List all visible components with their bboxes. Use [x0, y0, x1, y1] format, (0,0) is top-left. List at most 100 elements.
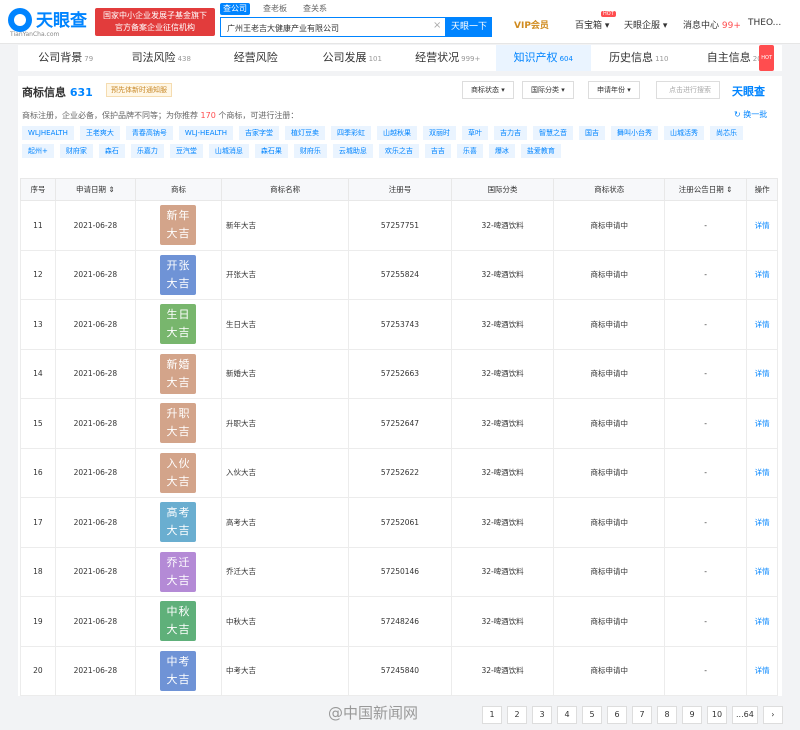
user-menu[interactable]: THEO...: [748, 18, 781, 28]
page-button[interactable]: 2: [507, 706, 527, 724]
recommend-chip[interactable]: 舞叫小台秀: [610, 126, 658, 140]
cell-no: 16: [20, 447, 56, 498]
recommend-chip[interactable]: 爆冰: [488, 144, 515, 158]
recommend-chip[interactable]: 吉家字堂: [238, 126, 279, 140]
detail-link[interactable]: 详情: [746, 348, 778, 399]
search-button[interactable]: 天眼一下: [446, 17, 492, 37]
recommend-chip[interactable]: 山越秋果: [376, 126, 417, 140]
filter-status[interactable]: 商标状态 ▾: [462, 81, 514, 99]
recommend-chip[interactable]: 森石: [98, 144, 125, 158]
recommend-chip[interactable]: 山城消息: [208, 144, 249, 158]
tab-operating-status[interactable]: 经营状况 999+: [400, 45, 496, 71]
page-button[interactable]: 4: [557, 706, 577, 724]
clear-icon[interactable]: ×: [433, 20, 441, 31]
detail-link[interactable]: 详情: [746, 299, 778, 350]
toolbox-link[interactable]: 百宝箱 ▾: [575, 18, 609, 31]
cell-reg: 57250146: [348, 546, 452, 597]
recommend-chip[interactable]: 乐喜: [456, 144, 483, 158]
refresh-button[interactable]: ↻ 换一批: [734, 109, 767, 120]
cell-date: 2021-06-28: [54, 398, 136, 449]
cell-class: 32-啤酒饮料: [450, 398, 555, 449]
trademark-image[interactable]: 入伙 大吉: [160, 452, 197, 493]
trademark-image[interactable]: 升职 大吉: [160, 403, 197, 444]
col-reg: 注册号: [348, 178, 452, 201]
tab-operating-risk[interactable]: 经营风险: [209, 45, 305, 71]
col-date[interactable]: 申请日期 ⇕: [54, 178, 136, 201]
cell-class: 32-啤酒饮料: [450, 200, 555, 251]
trademark-image[interactable]: 新婚 大吉: [160, 353, 197, 394]
trademark-image[interactable]: 高考 大吉: [160, 502, 197, 543]
search-tab-company[interactable]: 查公司: [220, 3, 250, 15]
enterprise-service-link[interactable]: 天眼企服 ▾: [624, 18, 667, 31]
trademark-image[interactable]: 开张 大吉: [160, 254, 197, 295]
trademark-image[interactable]: 中秋 大吉: [160, 601, 197, 642]
recommend-chip[interactable]: 国吉: [578, 126, 605, 140]
page-button[interactable]: 8: [657, 706, 677, 724]
trademark-image[interactable]: 新年 大吉: [160, 205, 197, 246]
recommend-chip[interactable]: 起州+: [22, 144, 54, 158]
recommend-chip[interactable]: 王老爽大: [79, 126, 120, 140]
search-tab-relation[interactable]: 查关系: [300, 3, 330, 15]
page-button[interactable]: ...64: [732, 706, 758, 724]
tab-company-background[interactable]: 公司背景 79: [18, 45, 114, 71]
trademark-search-input[interactable]: 点击进行搜索: [656, 81, 720, 99]
tab-judicial-risk[interactable]: 司法风险 438: [114, 45, 210, 71]
detail-link[interactable]: 详情: [746, 546, 778, 597]
recommend-chip[interactable]: 财府乐: [293, 144, 327, 158]
recommend-chip[interactable]: 乐嘉力: [130, 144, 164, 158]
filter-year[interactable]: 申请年份 ▾: [588, 81, 640, 99]
recommend-chip[interactable]: 青春高钠号: [125, 126, 173, 140]
page-button[interactable]: 5: [582, 706, 602, 724]
detail-link[interactable]: 详情: [746, 596, 778, 647]
recommend-chip[interactable]: 盐爱教育: [520, 144, 561, 158]
detail-link[interactable]: 详情: [746, 200, 778, 251]
recommend-chip[interactable]: 森石果: [254, 144, 288, 158]
filter-class[interactable]: 国际分类 ▾: [522, 81, 574, 99]
recommend-chip[interactable]: WLJ-HEALTH: [178, 126, 233, 140]
recommend-chip[interactable]: WLJHEALTH: [22, 126, 74, 140]
recommend-chip[interactable]: 豆汽堂: [169, 144, 203, 158]
trademark-image[interactable]: 中考 大吉: [160, 650, 197, 691]
trademark-image[interactable]: 生日 大吉: [160, 304, 197, 345]
recommend-chip[interactable]: 吉力吉: [493, 126, 527, 140]
recommend-chip[interactable]: 双丽时: [422, 126, 456, 140]
col-mark: 商标: [134, 178, 223, 201]
page-button[interactable]: 3: [532, 706, 552, 724]
recommend-chip[interactable]: 云城助息: [332, 144, 373, 158]
recommend-chip[interactable]: 草叶: [461, 126, 488, 140]
search-input[interactable]: 广州王老吉大健康产业有限公司: [220, 17, 446, 37]
recommend-chip[interactable]: 植灯豆卖: [284, 126, 325, 140]
page-button[interactable]: 7: [632, 706, 652, 724]
recommend-chip[interactable]: 尚芯乐: [709, 126, 743, 140]
promo-banner[interactable]: 国家中小企业发展子基金旗下 官方备案企业征信机构: [95, 8, 215, 36]
tab-company-development[interactable]: 公司发展 101: [305, 45, 401, 71]
recommend-chip[interactable]: 山城活秀: [663, 126, 704, 140]
search-tab-boss[interactable]: 查老板: [260, 3, 290, 15]
page-button[interactable]: 6: [607, 706, 627, 724]
recommend-chip[interactable]: 智慧之音: [532, 126, 573, 140]
next-page-button[interactable]: ›: [762, 706, 783, 724]
tab-self-info[interactable]: 自主信息 20 HOT: [687, 45, 783, 71]
recommend-chip[interactable]: 财府家: [59, 144, 93, 158]
site-logo[interactable]: 天眼查 TianYanCha.com: [8, 6, 90, 38]
detail-link[interactable]: 详情: [746, 645, 778, 696]
recommend-chip[interactable]: 欢乐之吉: [378, 144, 419, 158]
detail-link[interactable]: 详情: [746, 398, 778, 449]
page-button[interactable]: 10: [707, 706, 727, 724]
message-center-link[interactable]: 消息中心 99+: [683, 18, 741, 31]
trademark-image[interactable]: 乔迁 大吉: [160, 551, 197, 592]
detail-link[interactable]: 详情: [746, 249, 778, 300]
col-op: 操作: [746, 178, 778, 201]
vip-link[interactable]: VIP会员: [514, 18, 549, 31]
detail-link[interactable]: 详情: [746, 497, 778, 548]
promo-tag[interactable]: 预先体新时通知服: [106, 83, 172, 97]
tab-intellectual-property[interactable]: 知识产权 604: [495, 45, 591, 71]
recommend-chip[interactable]: 四季彩虹: [330, 126, 371, 140]
tab-history[interactable]: 历史信息 110: [591, 45, 687, 71]
recommend-chip[interactable]: 吉吉: [424, 144, 451, 158]
trademark-panel: 商标信息 631 预先体新时通知服 商标状态 ▾ 国际分类 ▾ 申请年份 ▾ 点…: [18, 76, 782, 696]
page-button[interactable]: 9: [682, 706, 702, 724]
page-button[interactable]: 1: [482, 706, 502, 724]
col-announce[interactable]: 注册公告日期 ⇕: [664, 178, 748, 201]
detail-link[interactable]: 详情: [746, 447, 778, 498]
